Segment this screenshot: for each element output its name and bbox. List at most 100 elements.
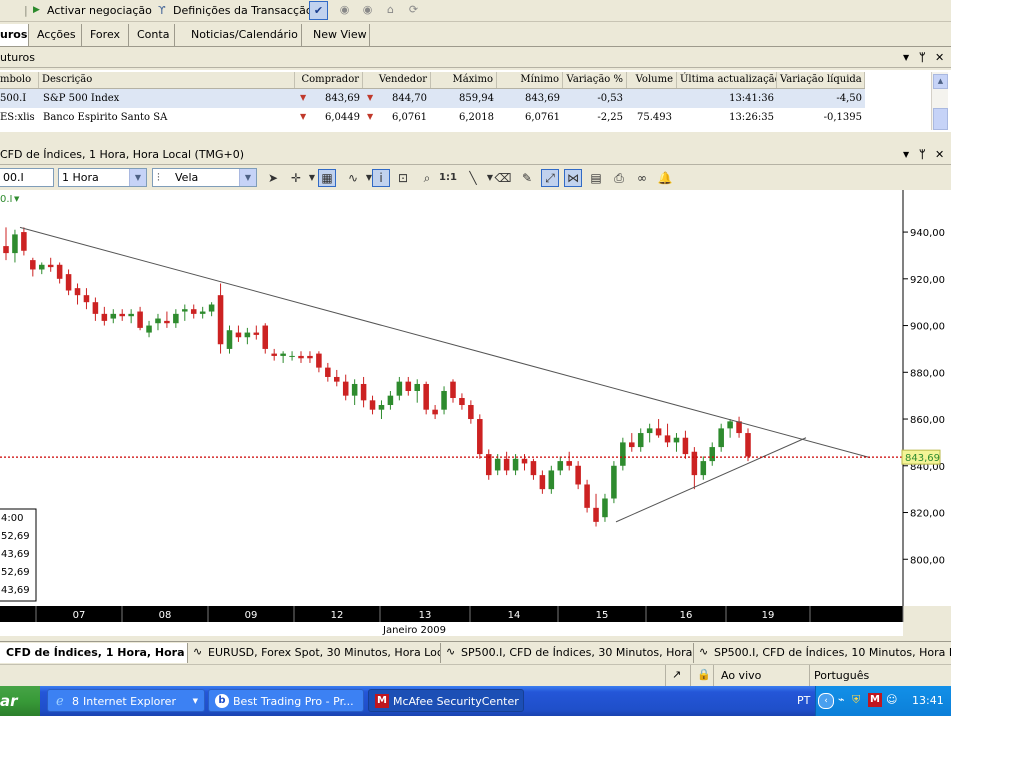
y-tick-label: 820,00 <box>910 509 945 520</box>
col-ask[interactable]: Vendedor <box>363 72 431 88</box>
tab-shares[interactable]: Acções <box>29 24 82 46</box>
panel-menu-icon[interactable]: ▼ <box>903 49 909 67</box>
scroll-up-icon[interactable]: ▲ <box>933 74 948 89</box>
tray-collapse-icon[interactable]: ‹ <box>818 693 834 709</box>
col-net-change[interactable]: Variação líquida <box>777 72 865 88</box>
confirm-check-button[interactable]: ✔ <box>309 1 328 20</box>
expand-icon[interactable]: ⤢ <box>541 169 559 187</box>
row-description: S&P 500 Index <box>43 93 120 104</box>
candle-body <box>30 260 36 270</box>
transaction-settings-button[interactable]: Definições da Transacção <box>173 2 313 19</box>
candle-body <box>450 381 456 398</box>
pin-icon[interactable]: ᛘ <box>919 49 926 67</box>
candle-body <box>611 465 617 499</box>
doc-tab-sp500-30m[interactable]: SP500.I, CFD de Índices, 30 Minutos, Hor… <box>441 643 694 663</box>
tab-futures[interactable]: uros <box>0 24 29 46</box>
price-chart[interactable]: Janeiro 2009 940,00 920,00 900,00 880,00 860… <box>0 190 951 636</box>
interval-select[interactable]: 1 Hora ▼ <box>58 168 147 187</box>
panel-menu-icon[interactable]: ▼ <box>903 146 909 164</box>
tab-new-view[interactable]: New View <box>302 24 370 46</box>
close-icon[interactable]: ✕ <box>935 146 944 164</box>
print-icon[interactable]: ⎙ <box>610 169 628 187</box>
zoom-icon[interactable]: ⌕ <box>418 169 436 187</box>
start-button[interactable]: ar <box>0 686 40 716</box>
chevron-down-icon[interactable]: ▼ <box>129 169 146 186</box>
symbol-input[interactable]: 00.I <box>0 168 54 187</box>
signal-icon[interactable]: ↗ <box>672 668 681 681</box>
grid-icon[interactable]: ▦ <box>318 169 336 187</box>
back-icon[interactable]: ◉ <box>335 1 354 20</box>
task-best-trading-pro[interactable]: b Best Trading Pro - Pr... <box>208 689 364 712</box>
candle-body <box>351 383 358 396</box>
task-mcafee[interactable]: M McAfee SecurityCenter <box>368 689 524 712</box>
tab-account[interactable]: Conta <box>129 24 175 46</box>
tab-forex[interactable]: Forex <box>82 24 129 46</box>
language-status[interactable]: Português <box>814 669 869 682</box>
col-low[interactable]: Mínimo <box>497 72 563 88</box>
clock[interactable]: 13:41 <box>912 694 944 707</box>
info-low: 52,69 <box>1 567 30 578</box>
watchlist-row-bes[interactable]: ES:xlis Banco Espirito Santo SA ▼ 6,0449… <box>0 108 865 127</box>
col-high[interactable]: Máximo <box>431 72 497 88</box>
candle-body <box>280 353 286 356</box>
shield-icon[interactable]: ⛨ <box>852 693 860 707</box>
doc-tab-cfd-1h[interactable]: CFD de Índices, 1 Hora, Hora L... <box>0 643 188 663</box>
candle-body <box>83 295 90 303</box>
compare-icon[interactable]: ∞ <box>633 169 651 187</box>
lock-icon[interactable]: 🔒 <box>697 668 711 681</box>
chevron-down-icon[interactable]: ▼ <box>14 195 20 203</box>
row-bid: 843,69 <box>325 93 360 104</box>
connection-status: Ao vivo <box>721 669 762 682</box>
tab-news-calendar[interactable]: Noticias/Calendário <box>175 24 302 46</box>
tuning-icon: ϒ <box>158 4 166 17</box>
network-icon[interactable]: ⌁ <box>838 693 845 706</box>
candle-body <box>3 246 9 254</box>
candle-body <box>47 264 54 268</box>
messenger-icon[interactable]: ☺ <box>886 693 897 706</box>
task-internet-explorer[interactable]: ℯ 8 Internet Explorer ▼ <box>47 689 205 712</box>
col-bid[interactable]: Comprador <box>295 72 363 88</box>
refresh-icon[interactable]: ⟳ <box>404 1 423 20</box>
chevron-down-icon[interactable]: ▼ <box>193 690 198 711</box>
doc-tab-sp500-10m[interactable]: SP500.I, CFD de Índices, 10 Minutos, Hor… <box>694 643 951 663</box>
candle-body <box>199 311 206 314</box>
col-symbol[interactable]: mbolo <box>0 72 39 88</box>
close-icon[interactable]: ✕ <box>935 49 944 67</box>
template-icon[interactable]: ▤ <box>587 169 605 187</box>
magnet-icon[interactable]: ⋈ <box>564 169 582 187</box>
candle-body <box>316 353 322 368</box>
language-indicator[interactable]: PT <box>797 694 810 707</box>
candle-body <box>718 428 724 448</box>
pin-icon[interactable]: ᛘ <box>919 146 926 164</box>
x-tick-label: 16 <box>680 610 693 621</box>
activate-trading-button[interactable]: Activar negociação <box>47 2 152 19</box>
col-volume[interactable]: Volume <box>627 72 677 88</box>
candle-body <box>494 458 501 471</box>
cursor-icon[interactable]: ➤ <box>264 169 282 187</box>
alert-bell-icon[interactable]: 🔔 <box>656 169 674 187</box>
main-toolbar: | ▶ Activar negociação ϒ Definições da T… <box>0 0 951 22</box>
zoom-box-icon[interactable]: ⊡ <box>394 169 412 187</box>
scroll-thumb[interactable] <box>933 108 948 130</box>
info-icon[interactable]: i <box>372 169 390 187</box>
doc-tab-eurusd[interactable]: EURUSD, Forex Spot, 30 Minutos, Hora Loc… <box>188 643 441 663</box>
candle <box>745 428 751 462</box>
watchlist-panel-header: uturos ▼ ᛘ ✕ <box>0 49 951 68</box>
col-last-update[interactable]: Última actualização <box>677 72 777 88</box>
home-icon[interactable]: ⌂ <box>381 1 400 20</box>
zoom-reset-icon[interactable]: 1:1 <box>439 169 457 187</box>
watchlist-row-sp500[interactable]: 500.I S&P 500 Index ▼ 843,69 ▼ 844,70 85… <box>0 89 865 108</box>
brush-icon[interactable]: ✎ <box>518 169 536 187</box>
watchlist-header-row: mbolo Descrição Comprador Vendedor Máxim… <box>0 72 865 89</box>
mcafee-tray-icon[interactable]: M <box>868 693 882 707</box>
watchlist-scrollbar[interactable]: ▲ <box>931 72 948 130</box>
candle-body <box>190 309 197 314</box>
chevron-down-icon[interactable]: ▼ <box>239 169 256 186</box>
chart-type-select[interactable]: ⫶ Vela ▼ <box>152 168 257 187</box>
eraser-icon[interactable]: ⌫ <box>494 169 512 187</box>
trendline-icon[interactable]: ╲ <box>464 169 482 187</box>
candle-body <box>119 313 125 317</box>
col-change-pct[interactable]: Variação % <box>563 72 627 88</box>
forward-icon[interactable]: ◉ <box>358 1 377 20</box>
col-description[interactable]: Descrição <box>39 72 295 88</box>
